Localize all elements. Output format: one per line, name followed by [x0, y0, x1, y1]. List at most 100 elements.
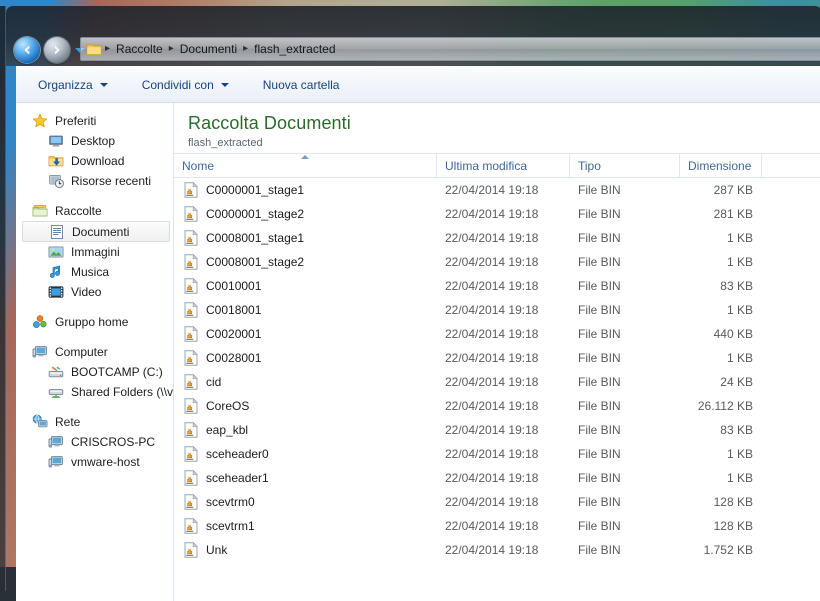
back-button[interactable] [14, 37, 40, 63]
back-arrow-icon [20, 43, 34, 57]
column-header-dimensione-label: Dimensione [688, 159, 751, 173]
nav-group-gruppo-home: Gruppo home [16, 312, 173, 332]
file-name-cell[interactable]: C0010001 [174, 278, 437, 294]
bin-file-icon [184, 326, 198, 342]
file-name-cell[interactable]: Unk [174, 542, 437, 558]
file-list-rows[interactable]: C0000001_stage122/04/2014 19:18File BIN2… [174, 178, 820, 601]
file-name-label: CoreOS [206, 399, 249, 413]
forward-button[interactable] [44, 37, 70, 63]
file-size-cell: 1 KB [680, 303, 762, 317]
file-name-cell[interactable]: CoreOS [174, 398, 437, 414]
new-folder-button[interactable]: Nuova cartella [253, 74, 350, 96]
table-row[interactable]: C002800122/04/2014 19:18File BIN1 KB [174, 346, 820, 370]
sidebar-item-desktop[interactable]: Desktop [16, 131, 173, 151]
breadcrumb-separator-0[interactable]: ▸ [104, 44, 111, 54]
file-size-cell: 1 KB [680, 255, 762, 269]
page-title: Raccolta Documenti [188, 113, 820, 134]
column-header-tipo[interactable]: Tipo [570, 154, 680, 177]
network-icon [32, 414, 48, 430]
sidebar-item-label: Immagini [71, 245, 120, 259]
sidebar-item-label: Risorse recenti [71, 174, 151, 188]
chevron-down-icon [221, 83, 229, 87]
sidebar-item-gruppo-home[interactable]: Gruppo home [16, 312, 173, 332]
file-name-cell[interactable]: C0000001_stage2 [174, 206, 437, 222]
table-row[interactable]: CoreOS22/04/2014 19:18File BIN26.112 KB [174, 394, 820, 418]
sidebar-item-criscros-pc[interactable]: CRISCROS-PC [16, 432, 173, 452]
sidebar-item-download[interactable]: Download [16, 151, 173, 171]
sidebar-item-label: Video [71, 285, 101, 299]
star-icon [32, 113, 48, 129]
table-row[interactable]: C0008001_stage222/04/2014 19:18File BIN1… [174, 250, 820, 274]
sidebar-item-label: vmware-host [71, 455, 140, 469]
file-name-label: eap_kbl [206, 423, 248, 437]
table-row[interactable]: C002000122/04/2014 19:18File BIN440 KB [174, 322, 820, 346]
file-name-cell[interactable]: cid [174, 374, 437, 390]
file-size-cell: 26.112 KB [680, 399, 762, 413]
navigation-pane[interactable]: Preferiti DesktopDownload Risorse recenti R… [16, 103, 174, 601]
sidebar-item-video[interactable]: Video [16, 282, 173, 302]
file-name-cell[interactable]: sceheader0 [174, 446, 437, 462]
address-bar[interactable]: ▸ Raccolte ▸ Documenti ▸ flash_extracted [80, 37, 820, 61]
breadcrumb-separator-1[interactable]: ▸ [168, 44, 175, 54]
file-size-cell: 440 KB [680, 327, 762, 341]
sidebar-item-musica[interactable]: Musica [16, 262, 173, 282]
sidebar-item-label: Raccolte [55, 204, 102, 218]
file-name-cell[interactable]: scevtrm0 [174, 494, 437, 510]
sidebar-item-documenti[interactable]: Documenti [22, 221, 170, 242]
column-header-dimensione[interactable]: Dimensione [680, 154, 762, 177]
folder-icon [86, 42, 102, 56]
sidebar-item-immagini[interactable]: Immagini [16, 242, 173, 262]
table-row[interactable]: scevtrm122/04/2014 19:18File BIN128 KB [174, 514, 820, 538]
sidebar-item-risorse-recenti[interactable]: Risorse recenti [16, 171, 173, 191]
new-folder-label: Nuova cartella [263, 78, 340, 92]
file-name-cell[interactable]: C0008001_stage2 [174, 254, 437, 270]
file-type-cell: File BIN [570, 519, 680, 533]
sidebar-item-vmware-host[interactable]: vmware-host [16, 452, 173, 472]
bin-file-icon [184, 278, 198, 294]
breadcrumb-raccolte[interactable]: Raccolte [111, 42, 168, 56]
file-name-cell[interactable]: C0000001_stage1 [174, 182, 437, 198]
file-name-cell[interactable]: sceheader1 [174, 470, 437, 486]
sidebar-item-bootcamp-c-[interactable]: BOOTCAMP (C:) [16, 362, 173, 382]
table-row[interactable]: sceheader022/04/2014 19:18File BIN1 KB [174, 442, 820, 466]
table-row[interactable]: Unk22/04/2014 19:18File BIN1.752 KB [174, 538, 820, 562]
table-row[interactable]: C001800122/04/2014 19:18File BIN1 KB [174, 298, 820, 322]
file-type-cell: File BIN [570, 543, 680, 557]
share-with-menu-button[interactable]: Condividi con [132, 74, 239, 96]
table-row[interactable]: eap_kbl22/04/2014 19:18File BIN83 KB [174, 418, 820, 442]
table-row[interactable]: C0000001_stage222/04/2014 19:18File BIN2… [174, 202, 820, 226]
table-row[interactable]: C001000122/04/2014 19:18File BIN83 KB [174, 274, 820, 298]
column-header-ultima-modifica[interactable]: Ultima modifica [437, 154, 570, 177]
file-name-cell[interactable]: C0020001 [174, 326, 437, 342]
file-name-cell[interactable]: C0028001 [174, 350, 437, 366]
column-header-nome[interactable]: Nome [174, 154, 437, 177]
sidebar-item-shared-folders-vn[interactable]: Shared Folders (\\vn [16, 382, 173, 402]
download-folder-icon [48, 153, 64, 169]
sidebar-item-raccolte[interactable]: Raccolte [16, 201, 173, 221]
table-row[interactable]: C0008001_stage122/04/2014 19:18File BIN1… [174, 226, 820, 250]
column-header-nome-label: Nome [182, 159, 214, 173]
breadcrumb-separator-2[interactable]: ▸ [242, 44, 249, 54]
column-header-ultima-modifica-label: Ultima modifica [445, 159, 527, 173]
table-row[interactable]: scevtrm022/04/2014 19:18File BIN128 KB [174, 490, 820, 514]
breadcrumb-flash-extracted[interactable]: flash_extracted [249, 42, 340, 56]
sidebar-item-computer[interactable]: Computer [16, 342, 173, 362]
file-type-cell: File BIN [570, 351, 680, 365]
file-name-cell[interactable]: eap_kbl [174, 422, 437, 438]
sidebar-item-label: Preferiti [55, 114, 96, 128]
sidebar-item-preferiti[interactable]: Preferiti [16, 111, 173, 131]
organize-menu-button[interactable]: Organizza [28, 74, 118, 96]
breadcrumb-documenti[interactable]: Documenti [175, 42, 242, 56]
table-row[interactable]: sceheader122/04/2014 19:18File BIN1 KB [174, 466, 820, 490]
file-type-cell: File BIN [570, 255, 680, 269]
file-name-cell[interactable]: C0008001_stage1 [174, 230, 437, 246]
file-name-cell[interactable]: scevtrm1 [174, 518, 437, 534]
column-header-filler [762, 154, 820, 177]
table-row[interactable]: cid22/04/2014 19:18File BIN24 KB [174, 370, 820, 394]
bin-file-icon [184, 182, 198, 198]
file-name-label: Unk [206, 543, 227, 557]
sidebar-item-rete[interactable]: Rete [16, 412, 173, 432]
file-size-cell: 281 KB [680, 207, 762, 221]
file-name-cell[interactable]: C0018001 [174, 302, 437, 318]
table-row[interactable]: C0000001_stage122/04/2014 19:18File BIN2… [174, 178, 820, 202]
